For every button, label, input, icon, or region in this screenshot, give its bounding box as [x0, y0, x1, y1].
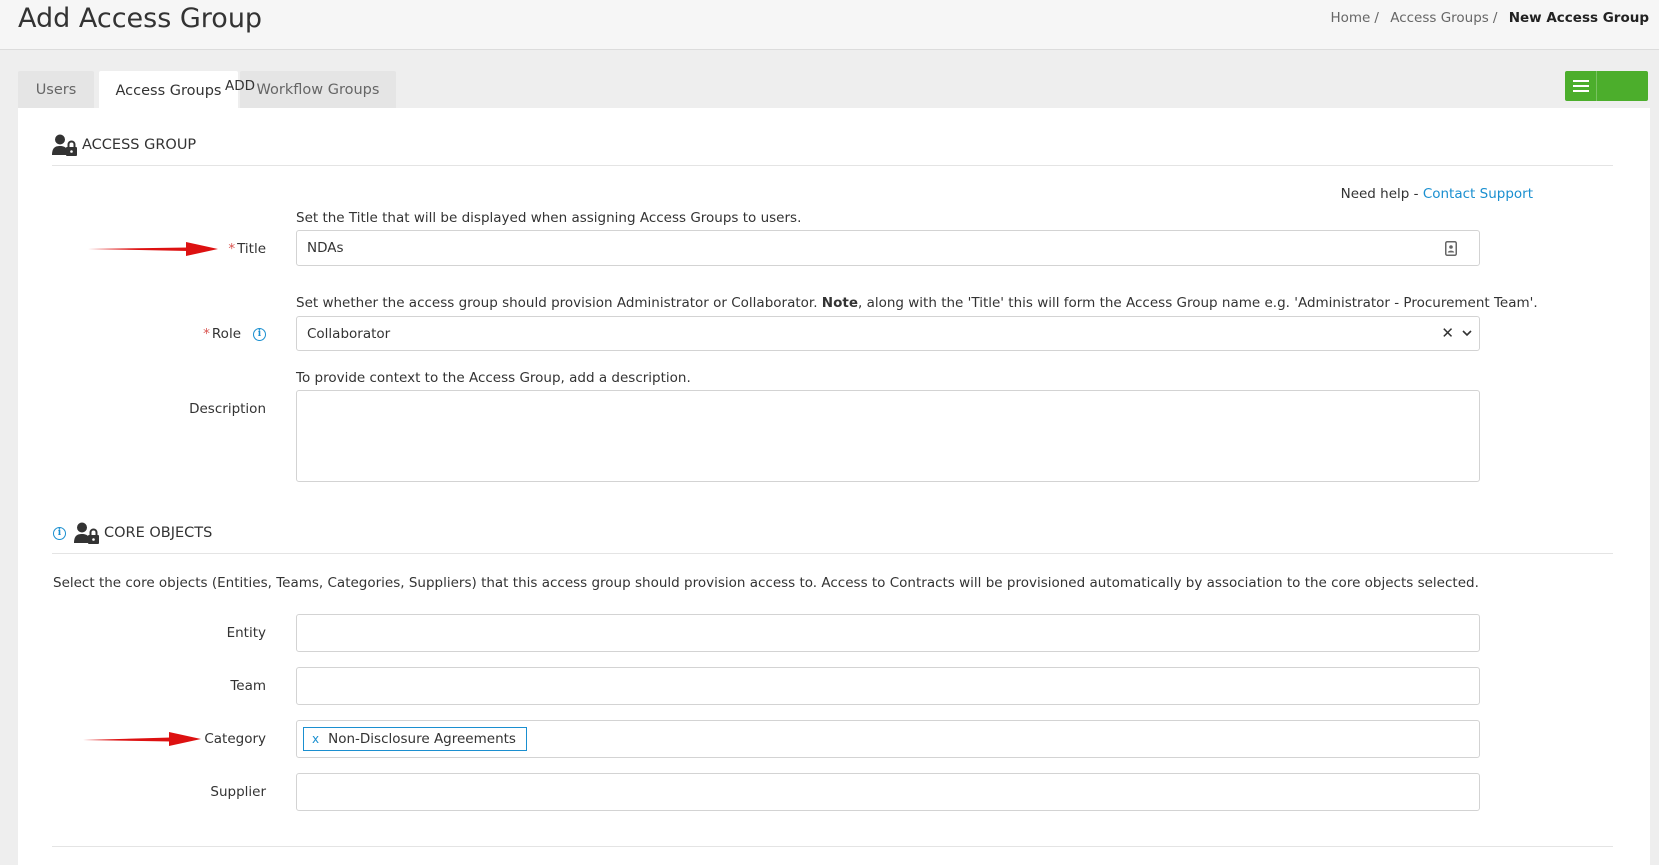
breadcrumb-home[interactable]: Home [1330, 10, 1370, 26]
user-lock-icon [52, 134, 77, 156]
access-group-heading-text: ACCESS GROUP [82, 137, 197, 153]
title-input-value: NDAs [307, 240, 344, 256]
entity-select[interactable] [296, 614, 1480, 652]
divider [52, 553, 1613, 554]
user-lock-icon [74, 522, 99, 544]
add-button-label: ADD [224, 78, 255, 94]
breadcrumb-access-groups[interactable]: Access Groups [1390, 10, 1489, 26]
tab-workflow-groups[interactable]: Workflow Groups [240, 71, 396, 108]
category-select[interactable]: x Non-Disclosure Agreements [296, 720, 1480, 758]
top-bar: Add Access Group Home / Access Groups / Ne… [0, 0, 1659, 50]
info-icon[interactable]: i [253, 327, 266, 341]
chevron-down-icon[interactable] [1462, 330, 1472, 337]
title-hint: Set the Title that will be displayed whe… [296, 210, 802, 226]
breadcrumb-current: New Access Group [1508, 10, 1649, 26]
core-objects-intro: Select the core objects (Entities, Teams… [53, 575, 1479, 591]
title-label: * Title [228, 241, 266, 257]
contact-card-icon[interactable] [1445, 241, 1457, 256]
category-tag: x Non-Disclosure Agreements [303, 727, 527, 751]
annotation-arrow-category [83, 732, 201, 746]
description-textarea[interactable] [296, 390, 1480, 482]
add-button[interactable]: ADD [225, 71, 1648, 101]
role-select[interactable]: Collaborator ✕ [296, 316, 1480, 351]
role-hint: Set whether the access group should prov… [296, 295, 1538, 311]
description-label: Description [189, 401, 266, 417]
help-text: Need help - Contact Support [1340, 186, 1533, 202]
category-label: Category [204, 731, 266, 747]
breadcrumb: Home / Access Groups / New Access Group [1330, 10, 1649, 26]
team-label: Team [230, 678, 266, 694]
divider [52, 165, 1613, 166]
remove-tag-icon[interactable]: x [312, 732, 319, 746]
role-select-value: Collaborator [307, 326, 391, 342]
supplier-label: Supplier [210, 784, 266, 800]
core-objects-heading-text: CORE OBJECTS [104, 525, 213, 541]
tab-users[interactable]: Users [18, 71, 94, 108]
access-group-heading: ACCESS GROUP [52, 134, 196, 156]
team-select[interactable] [296, 667, 1480, 705]
clear-icon[interactable]: ✕ [1441, 324, 1454, 342]
description-hint: To provide context to the Access Group, … [296, 370, 691, 386]
core-objects-heading: i CORE OBJECTS [53, 522, 212, 544]
info-icon[interactable]: i [53, 526, 66, 540]
category-tag-label: Non-Disclosure Agreements [328, 731, 516, 747]
contact-support-link[interactable]: Contact Support [1423, 186, 1533, 202]
annotation-arrow-title [88, 242, 218, 256]
title-input[interactable]: NDAs [296, 230, 1480, 266]
page-title: Add Access Group [18, 3, 263, 34]
entity-label: Entity [226, 625, 266, 641]
hamburger-menu-icon[interactable] [1565, 71, 1597, 101]
tab-access-groups[interactable]: Access Groups [99, 71, 238, 110]
role-label: * Role i [203, 326, 266, 342]
supplier-select[interactable] [296, 773, 1480, 811]
divider [52, 846, 1613, 847]
